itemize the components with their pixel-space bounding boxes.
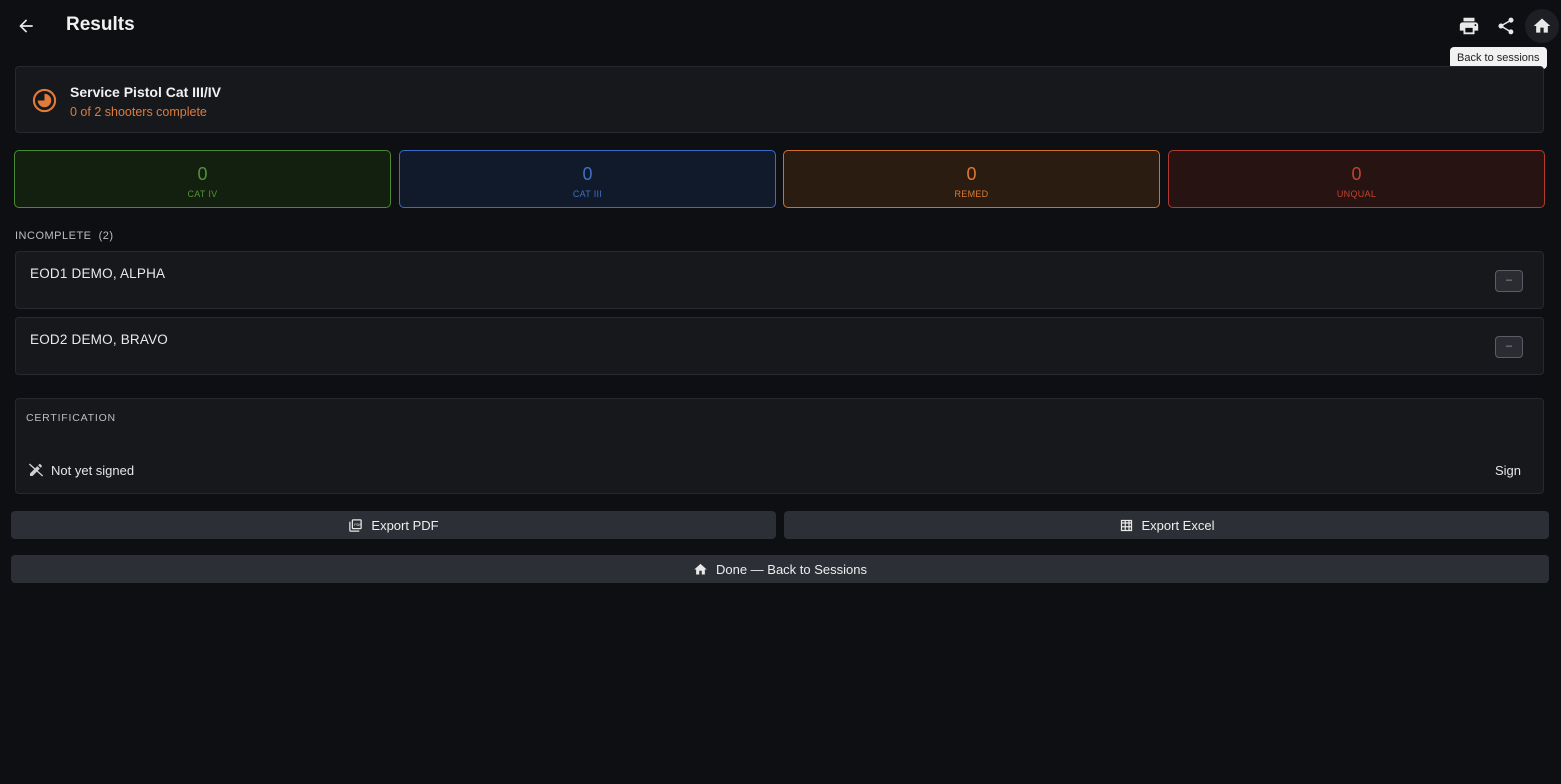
shooter-row[interactable]: EOD2 DEMO, BRAVO – (15, 317, 1544, 375)
signature-icon (28, 463, 44, 477)
export-pdf-button[interactable]: PDF Export PDF (11, 511, 776, 539)
print-icon (1459, 17, 1479, 35)
stat-remed: 0 REMED (783, 150, 1160, 208)
shooter-name: EOD1 DEMO, ALPHA (30, 266, 166, 281)
stat-unqual: 0 UNQUAL (1168, 150, 1545, 208)
stat-label: UNQUAL (1336, 189, 1377, 199)
done-label: Done — Back to Sessions (715, 561, 868, 577)
stat-cat-iii: 0 CAT III (399, 150, 776, 208)
share-button[interactable] (1492, 12, 1520, 40)
print-button[interactable] (1455, 12, 1483, 40)
incomplete-header: INCOMPLETE (2) (15, 230, 114, 242)
export-pdf-label: Export PDF (371, 517, 439, 533)
home-button[interactable] (1525, 9, 1559, 43)
stat-label: CAT IV (187, 189, 218, 199)
incomplete-count: (2) (98, 230, 114, 242)
home-icon (693, 562, 708, 577)
certification-status: Not yet signed (51, 463, 135, 478)
stat-value: 0 (197, 164, 208, 184)
status-chip: – (1495, 270, 1523, 292)
back-button[interactable] (12, 12, 40, 40)
session-progress: 0 of 2 shooters complete (70, 105, 207, 119)
stat-label: REMED (954, 189, 989, 199)
export-excel-button[interactable]: Export Excel (784, 511, 1549, 539)
share-icon (1498, 17, 1514, 35)
stat-value: 0 (1351, 164, 1362, 184)
export-excel-label: Export Excel (1141, 517, 1215, 533)
shooter-row[interactable]: EOD1 DEMO, ALPHA – (15, 251, 1544, 309)
grid-icon (1119, 518, 1134, 533)
done-button[interactable]: Done — Back to Sessions (11, 555, 1549, 583)
pdf-icon: PDF (348, 518, 363, 533)
svg-text:PDF: PDF (355, 523, 362, 527)
stat-value: 0 (582, 164, 593, 184)
stat-cat-iv: 0 CAT IV (14, 150, 391, 208)
session-name: Service Pistol Cat III/IV (70, 84, 221, 100)
top-app-bar: Results (0, 0, 1561, 52)
status-chip: – (1495, 336, 1523, 358)
progress-pie-icon (32, 88, 57, 113)
stat-label: CAT III (572, 189, 603, 199)
stat-value: 0 (966, 164, 977, 184)
session-card: Service Pistol Cat III/IV 0 of 2 shooter… (15, 66, 1544, 133)
sign-button[interactable]: Sign (1495, 463, 1521, 478)
certification-card: CERTIFICATION Not yet signed Sign (15, 398, 1544, 494)
page-title: Results (66, 14, 135, 35)
home-icon (1533, 18, 1551, 33)
incomplete-label: INCOMPLETE (15, 230, 92, 242)
certification-label: CERTIFICATION (26, 412, 116, 424)
arrow-back-icon (19, 19, 33, 33)
shooter-name: EOD2 DEMO, BRAVO (30, 332, 168, 347)
